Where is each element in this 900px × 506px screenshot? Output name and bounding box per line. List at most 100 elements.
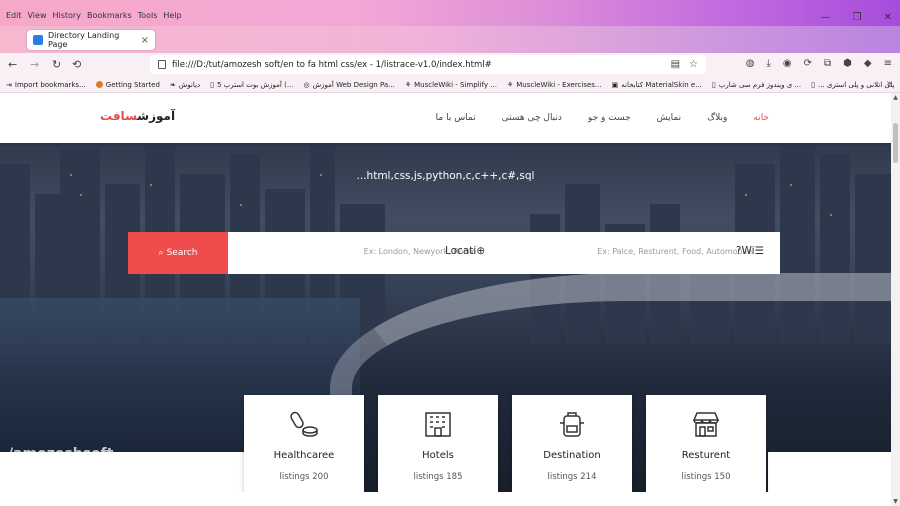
category-card-healthcare[interactable]: Healthcaree listings 200	[244, 395, 364, 506]
window-controls: — ❐ ✕	[821, 12, 892, 23]
card-title: Hotels	[422, 450, 454, 461]
bookmark-star-icon[interactable]: ☆	[689, 59, 698, 70]
library-icon: ▣	[611, 80, 619, 89]
bookmark-item[interactable]: ⚘ MuscleWiki - Simplify ...	[405, 81, 497, 89]
scrollbar-thumb[interactable]	[893, 123, 898, 163]
menu-bookmarks[interactable]: Bookmarks	[87, 11, 132, 20]
firefox-icon	[95, 81, 103, 88]
tab-directory-landing[interactable]: Directory Landing Page ×	[27, 30, 155, 50]
bookmark-item[interactable]: ⇥ Import bookmarks...	[6, 81, 86, 89]
bookmark-page-icon: ▯	[811, 80, 815, 89]
menu-view[interactable]: View	[28, 11, 47, 20]
import-icon: ⇥	[6, 80, 12, 89]
menu-history[interactable]: History	[52, 11, 80, 20]
bookmark-label: Getting Started	[105, 80, 160, 89]
logo-accent: سافت	[100, 109, 138, 123]
what-input[interactable]: Ex: Palce, Resturent, Food, Automobile	[597, 247, 752, 256]
backpack-icon	[512, 409, 632, 439]
shield-icon[interactable]: ⬢	[843, 58, 852, 69]
card-count: listings 185	[413, 472, 463, 482]
downloads-icon[interactable]: ⤓	[766, 58, 770, 69]
back-icon[interactable]: ←	[8, 58, 17, 71]
card-title: Resturent	[681, 450, 731, 461]
bookmark-label: MuscleWiki - Exercises...	[516, 80, 602, 89]
scroll-up-icon[interactable]: ▲	[891, 94, 900, 101]
watermark-text: /amozeshsoft	[8, 446, 113, 462]
menu-edit[interactable]: Edit	[6, 11, 22, 20]
bookmark-page-icon: ▯	[210, 80, 214, 89]
bookmarks-overflow-icon[interactable]: »	[886, 79, 892, 89]
watermark-label: /amozeshsoft	[8, 446, 114, 462]
tab-title: Directory Landing Page	[48, 31, 120, 49]
bookmark-label: ی ویندوز فرم سی شارپ ...	[718, 80, 802, 89]
sync-icon[interactable]: ⟳	[804, 58, 812, 69]
bookmark-item[interactable]: ⚘ MuscleWiki - Exercises...	[507, 81, 602, 89]
store-icon	[646, 409, 766, 439]
nav-search[interactable]: جست و جو	[588, 113, 631, 123]
bookmark-item[interactable]: ◎ آموزش Web Design Pa...	[304, 81, 395, 89]
scroll-down-icon[interactable]: ▼	[891, 498, 900, 505]
close-tab-icon[interactable]: ×	[141, 35, 149, 46]
history-clock-icon[interactable]: ⟲	[72, 58, 81, 71]
reader-view-icon[interactable]: ▤	[671, 59, 680, 70]
what-label: ?Wi☰	[736, 245, 764, 257]
close-window-icon[interactable]: ✕	[884, 12, 892, 23]
restore-icon[interactable]: ❐	[853, 12, 862, 23]
nav-contact[interactable]: تماس با ما	[436, 113, 476, 123]
reload-icon[interactable]: ↻	[52, 58, 61, 71]
minimize-icon[interactable]: —	[821, 12, 831, 23]
page-scrollbar[interactable]: ▲ ▼	[891, 93, 900, 506]
hamburger-menu-icon[interactable]: ≡	[884, 58, 892, 69]
category-card-destination[interactable]: Destination listings 214	[512, 395, 632, 506]
location-field[interactable]: Ex: London, Newyork, Rome Locati⊕	[228, 232, 504, 274]
card-count: listings 200	[279, 472, 329, 482]
location-label-text: Locati	[445, 245, 477, 257]
location-label: Locati⊕	[445, 245, 485, 257]
page-icon	[158, 60, 166, 69]
bookmark-item[interactable]: Getting Started	[95, 80, 160, 89]
search-icon: ⌕	[158, 248, 164, 258]
bookmark-item[interactable]: ▯ ی ویندوز فرم سی شارپ ...	[712, 81, 801, 89]
pocket-icon[interactable]: ◍	[746, 58, 755, 69]
tab-strip: ▾ Directory Landing Page × + ▾	[0, 26, 900, 71]
page-bottom-bar	[0, 492, 891, 506]
menu-help[interactable]: Help	[163, 11, 181, 20]
pills-icon	[244, 409, 364, 439]
globe-icon: ◎	[303, 80, 310, 89]
what-label-text: ?Wi	[735, 245, 755, 257]
crosshair-icon: ⊕	[476, 245, 486, 257]
bookmark-item[interactable]: ▣ کتابخانه MaterialSkin e...	[612, 81, 702, 89]
card-count: listings 214	[547, 472, 597, 482]
musclewiki-icon: ⚘	[404, 80, 412, 89]
bookmark-item[interactable]: ❧ دیانوش	[170, 81, 200, 89]
bookmark-label: آموزش Web Design Pa...	[312, 80, 395, 89]
category-card-hotels[interactable]: Hotels listings 185	[378, 395, 498, 506]
addon-icon[interactable]: ◆	[864, 58, 872, 69]
nav-home[interactable]: خانه	[753, 113, 769, 123]
extensions-icon[interactable]: ⧉	[824, 58, 831, 69]
search-form: ⌕ Search Ex: London, Newyork, Rome Locati…	[128, 232, 780, 274]
card-title: Healthcaree	[273, 450, 335, 461]
toolbar-icons: ◍ ⤓ ◉ ⟳ ⧉ ⬢ ◆ ≡	[746, 58, 892, 69]
bookmark-label: Import bookmarks...	[14, 80, 86, 89]
site-logo[interactable]: آموزشسافت	[100, 109, 175, 123]
search-button[interactable]: ⌕ Search	[128, 232, 228, 274]
account-icon[interactable]: ◉	[783, 58, 792, 69]
bookmark-label: کتابخانه MaterialSkin e...	[621, 80, 702, 89]
url-text: file:///D:/tut/amozesh soft/en to fa htm…	[172, 59, 492, 70]
nav-show[interactable]: نمایش	[657, 113, 681, 123]
site-header: آموزشسافت خانه وبلاگ نمایش جست و جو دنبا…	[0, 93, 891, 143]
bookmark-item[interactable]: ▯ آموزش بوت استرپ 5 (...	[210, 81, 293, 89]
logo-main: آموزش	[137, 109, 176, 123]
card-title: Destination	[543, 450, 601, 461]
bookmark-label: آموزش بوت استرپ 5 (...	[216, 80, 294, 89]
bookmark-item[interactable]: ▯... پلی اتلانی و پلی استری	[811, 81, 894, 89]
what-field[interactable]: Ex: Palce, Resturent, Food, Automobile ?…	[504, 232, 780, 274]
address-bar[interactable]: file:///D:/tut/amozesh soft/en to fa htm…	[150, 55, 706, 74]
forward-icon[interactable]: →	[30, 58, 39, 71]
hero-subtitle: ...html,css,js,python,c,c++,c#,sql	[356, 170, 535, 182]
menu-tools[interactable]: Tools	[138, 11, 158, 20]
nav-blog[interactable]: وبلاگ	[707, 113, 727, 123]
category-card-restaurant[interactable]: Resturent listings 150	[646, 395, 766, 506]
nav-looking-for[interactable]: دنبال چی هستی	[502, 113, 562, 123]
